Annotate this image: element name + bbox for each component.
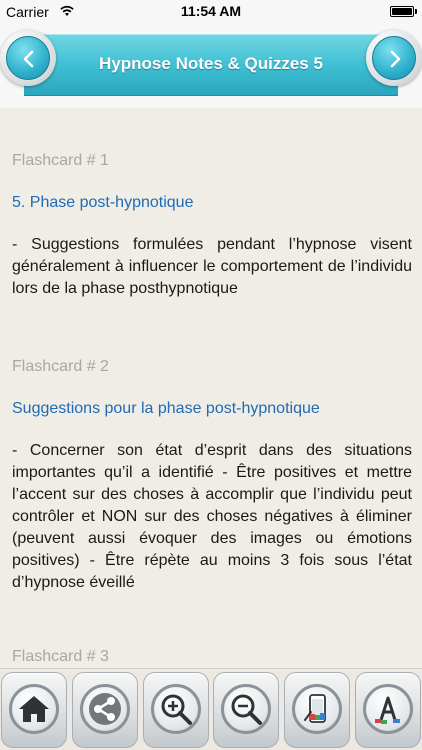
zoom-out-icon	[231, 694, 263, 725]
battery-icon	[390, 6, 417, 17]
flashcard-body: - Suggestions formulées pendant l’hypnos…	[12, 236, 412, 297]
theme-button[interactable]	[284, 671, 351, 748]
bottom-toolbar	[0, 668, 422, 750]
zoom-out-button[interactable]	[213, 671, 280, 748]
chevron-left-icon	[23, 50, 34, 68]
status-bar: Carrier 11:54 AM	[0, 0, 422, 24]
flashcard-heading: Suggestions pour la phase post-hypnotiqu…	[12, 400, 320, 417]
zoom-in-button[interactable]	[142, 671, 209, 748]
flashcard-number: Flashcard # 3	[12, 648, 109, 665]
page-title: Hypnose Notes & Quizzes 5	[99, 54, 323, 73]
previous-button[interactable]	[0, 30, 56, 86]
clock: 11:54 AM	[180, 3, 242, 19]
flashcard: Flashcard # 2 Suggestions pour la phase …	[12, 358, 412, 591]
home-icon	[19, 695, 49, 722]
flashcard: Flashcard # 1 5. Phase post-hypnotique -…	[12, 152, 412, 297]
next-button[interactable]	[366, 30, 422, 86]
flashcard-heading: 5. Phase post-hypnotique	[12, 194, 194, 211]
home-button[interactable]	[1, 671, 67, 748]
font-icon	[374, 696, 400, 724]
font-button[interactable]	[354, 671, 421, 748]
flashcard: Flashcard # 3	[12, 648, 412, 666]
flashcard-body: - Concerner son état d’esprit dans des s…	[12, 442, 412, 591]
flashcard-number: Flashcard # 1	[12, 152, 109, 169]
share-button[interactable]	[71, 671, 138, 748]
flashcard-number: Flashcard # 2	[12, 358, 109, 375]
share-icon	[88, 692, 121, 725]
flashcard-list[interactable]: Flashcard # 1 5. Phase post-hypnotique -…	[0, 108, 422, 668]
phone-theme-icon	[304, 693, 327, 723]
zoom-in-icon	[161, 694, 192, 725]
chevron-right-icon	[390, 50, 401, 68]
header: Hypnose Notes & Quizzes 5	[0, 24, 422, 108]
